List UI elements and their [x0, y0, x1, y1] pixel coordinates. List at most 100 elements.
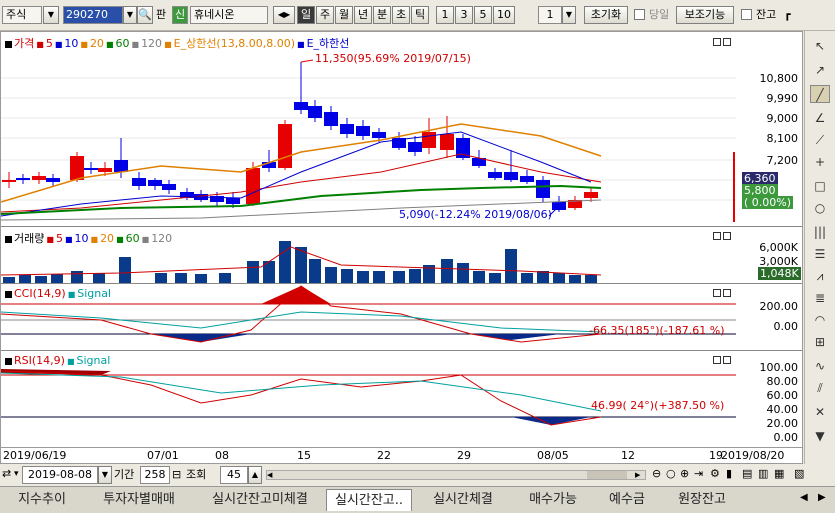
- legend-item[interactable]: 10: [64, 37, 78, 50]
- tab-scroll-right-icon[interactable]: ▶: [818, 492, 826, 503]
- period-input[interactable]: 258: [140, 466, 170, 484]
- legend-item[interactable]: CCI(14,9): [14, 287, 66, 300]
- rsi-close-icon[interactable]: [723, 356, 731, 364]
- period-button-3[interactable]: 년: [354, 6, 372, 24]
- pane-maximize-icon[interactable]: [713, 38, 721, 46]
- pane-close-icon[interactable]: [723, 38, 731, 46]
- chart-area[interactable]: 가격 ■ 5 ■ 10 ■ 20 ■ 60 ■ 120 ■ E_상한선(13,8.00,8.00) ■ E_…: [0, 31, 803, 464]
- reset-button[interactable]: 초기화: [584, 6, 628, 24]
- view-count-input[interactable]: 45: [220, 466, 248, 484]
- market-select[interactable]: 주식: [2, 6, 42, 24]
- cci-close-icon[interactable]: [723, 289, 731, 297]
- volume-pane[interactable]: 거래량 ■ 5 ■ 10 ■ 20 ■ 60 ■ 120: [1, 227, 736, 284]
- interval-button-10[interactable]: 10: [493, 6, 515, 24]
- chart-type-icon[interactable]: ▮: [726, 466, 732, 482]
- rsi-pane[interactable]: RSI(14,9) ■ Signal 46.99( 24°)(+387.50 %): [1, 351, 736, 447]
- interval-button-1[interactable]: 1: [436, 6, 454, 24]
- scroll-left-icon[interactable]: ◀: [267, 471, 277, 479]
- line-segment-icon[interactable]: ⟋: [810, 131, 830, 149]
- rectangle-icon[interactable]: □: [810, 177, 830, 195]
- period-button-1[interactable]: 주: [316, 6, 334, 24]
- settings-gear-icon[interactable]: ⚙: [710, 466, 720, 482]
- prev-next-arrows-icon[interactable]: ◀▶: [273, 6, 295, 24]
- stock-code-input[interactable]: 290270: [63, 6, 123, 24]
- legend-item[interactable]: 120: [141, 37, 162, 50]
- price-pane[interactable]: 가격 ■ 5 ■ 10 ■ 20 ■ 60 ■ 120 ■ E_상한선(13,8.00,8.00) ■ E_…: [1, 32, 736, 227]
- legend-item[interactable]: RSI(14,9): [14, 354, 65, 367]
- trend-line-icon[interactable]: ╱: [810, 85, 830, 103]
- tab-0[interactable]: 지수추이: [2, 489, 82, 511]
- tools-down-icon[interactable]: ▼: [810, 427, 830, 445]
- assist-function-button[interactable]: 보조기능: [676, 6, 734, 24]
- zoom-in-icon[interactable]: ⊕: [680, 466, 689, 482]
- view-icon[interactable]: ⊟: [172, 467, 181, 483]
- scroll-thumb[interactable]: [587, 471, 627, 479]
- rsi-maximize-icon[interactable]: [713, 356, 721, 364]
- period-button-6[interactable]: 틱: [411, 6, 429, 24]
- print-icon[interactable]: ▦: [774, 466, 784, 482]
- fan-icon[interactable]: ⩘: [810, 267, 830, 285]
- sin-badge[interactable]: 신: [172, 6, 188, 24]
- date-input[interactable]: 2019-08-08: [22, 466, 98, 484]
- tab-3[interactable]: 실시간잔고..: [326, 489, 412, 511]
- date-dropdown-icon[interactable]: ▼: [98, 466, 112, 484]
- ellipse-icon[interactable]: ○: [810, 199, 830, 217]
- vertical-lines-icon[interactable]: |||: [810, 223, 830, 241]
- tab-scroll-left-icon[interactable]: ◀: [800, 492, 808, 503]
- horizontal-lines-icon[interactable]: ☰: [810, 245, 830, 263]
- angle-line-icon[interactable]: ∠: [810, 109, 830, 127]
- legend-item[interactable]: 10: [75, 232, 89, 245]
- zoom-reset-icon[interactable]: ○: [666, 466, 676, 482]
- legend-item[interactable]: Signal: [77, 287, 111, 300]
- legend-item[interactable]: 5: [46, 37, 53, 50]
- toolbar-more-icon[interactable]: ┏: [784, 7, 791, 23]
- fibonacci-icon[interactable]: ≣: [810, 289, 830, 307]
- legend-item[interactable]: 거래량: [14, 232, 44, 245]
- delete-drawing-icon[interactable]: ✕: [810, 403, 830, 421]
- legend-item[interactable]: Signal: [77, 354, 111, 367]
- count-input[interactable]: 1: [538, 6, 562, 24]
- legend-item[interactable]: E_상한선(13,8.00,8.00): [174, 37, 295, 50]
- calendar-icon[interactable]: ▾: [14, 466, 19, 482]
- legend-item[interactable]: 60: [126, 232, 140, 245]
- tab-2[interactable]: 실시간잔고미체결: [196, 489, 324, 511]
- balance-checkbox[interactable]: [741, 9, 752, 20]
- tab-6[interactable]: 예수금: [594, 489, 660, 511]
- channel-icon[interactable]: ⫽: [810, 379, 830, 397]
- legend-item[interactable]: 20: [90, 37, 104, 50]
- period-button-2[interactable]: 월: [335, 6, 353, 24]
- arc-icon[interactable]: ◠: [810, 311, 830, 329]
- search-icon[interactable]: 🔍: [137, 6, 153, 24]
- cursor-arrow-icon[interactable]: ↖: [810, 37, 830, 55]
- date-toggle-icon[interactable]: ⇄: [2, 466, 11, 482]
- volume-close-icon[interactable]: [723, 232, 731, 240]
- tab-5[interactable]: 매수가능: [514, 489, 592, 511]
- market-dropdown-icon[interactable]: ▼: [43, 6, 59, 24]
- zoom-out-icon[interactable]: ⊖: [652, 466, 661, 482]
- code-dropdown-icon[interactable]: ▼: [123, 6, 137, 24]
- today-checkbox[interactable]: [634, 9, 645, 20]
- view-count-spin-icon[interactable]: ▲: [248, 466, 262, 484]
- count-dropdown-icon[interactable]: ▼: [562, 6, 576, 24]
- bar-chart-icon[interactable]: ▥: [758, 466, 768, 482]
- scroll-end-icon[interactable]: ⇥: [694, 466, 703, 482]
- legend-item[interactable]: 120: [151, 232, 172, 245]
- cci-maximize-icon[interactable]: [713, 289, 721, 297]
- period-button-5[interactable]: 초: [392, 6, 410, 24]
- interval-button-5[interactable]: 5: [474, 6, 492, 24]
- legend-item[interactable]: E_하한선: [307, 37, 350, 50]
- legend-item[interactable]: 가격: [14, 37, 34, 50]
- scroll-right-icon[interactable]: ▶: [635, 471, 645, 479]
- period-button-0[interactable]: 일: [297, 6, 315, 24]
- crosshair-plus-icon[interactable]: +: [810, 153, 830, 171]
- grid-icon[interactable]: ⊞: [810, 333, 830, 351]
- interval-button-3[interactable]: 3: [455, 6, 473, 24]
- tab-7[interactable]: 원장잔고: [662, 489, 742, 511]
- horizontal-scrollbar[interactable]: ◀ ▶: [266, 470, 646, 480]
- layout-icon[interactable]: ▤: [742, 466, 752, 482]
- tab-1[interactable]: 투자자별매매: [84, 489, 194, 511]
- zoom-cursor-icon[interactable]: ↗: [810, 61, 830, 79]
- cci-pane[interactable]: CCI(14,9) ■ Signal -66.35(185°)(-187.61 %): [1, 284, 736, 351]
- tab-4[interactable]: 실시간체결: [414, 489, 512, 511]
- legend-item[interactable]: 60: [116, 37, 130, 50]
